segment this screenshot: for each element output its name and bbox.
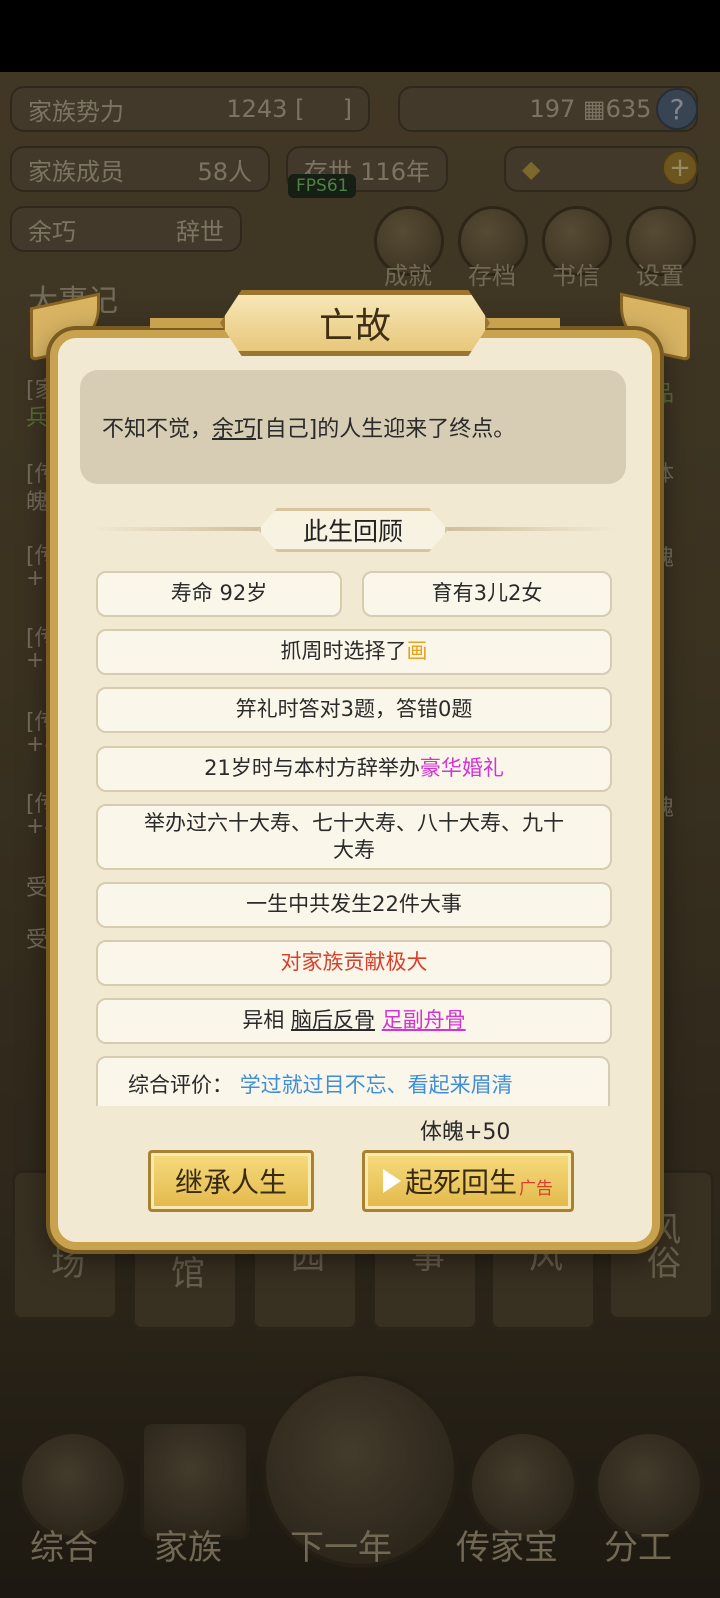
inherit-life-label: 继承人生 [174,1166,287,1199]
play-ad-icon [382,1169,401,1193]
zhuazhou-choice: 画 [406,639,428,664]
ad-tag: 广告 [519,1178,553,1199]
message-suffix: [自己]的人生迎来了终点。 [256,417,516,442]
person-name-link[interactable]: 余巧 [212,411,256,443]
revive-reward: 体魄+50 [420,1120,511,1145]
section-title: 此生回顾 [258,508,448,552]
section-divider-left [92,527,262,531]
evaluation-value: 学过就过目不忘、看起来眉清 [239,1073,513,1098]
yixiang-item: 异相 脑后反骨 足副舟骨 [96,998,612,1044]
death-message: 不知不觉， 余巧 [自己]的人生迎来了终点。 [80,370,626,484]
trait-link-1[interactable]: 脑后反骨 [291,1007,375,1034]
lifespan-item: 寿命 92岁 [96,571,342,617]
wedding-item: 21岁时与本村方辞举办 豪华婚礼 [96,746,612,792]
events-item: 一生中共发生22件大事 [96,882,612,928]
jili-item: 笄礼时答对3题，答错0题 [96,687,612,733]
evaluation-label: 综合评价： [128,1073,233,1098]
yixiang-label: 异相 [242,1008,285,1033]
message-prefix: 不知不觉， [102,417,213,442]
revive-button[interactable]: 起死回生 广告 [362,1150,574,1212]
trait-link-2[interactable]: 足副舟骨 [382,1007,466,1034]
inherit-life-button[interactable]: 继承人生 [148,1150,314,1212]
zhuazhou-prefix: 抓周时选择了 [280,639,407,664]
status-bar [0,0,720,72]
zhuazhou-item: 抓周时选择了画 [96,629,612,675]
contribution-item: 对家族贡献极大 [96,940,612,986]
children-item: 育有3儿2女 [362,571,612,617]
birthday-item: 举办过六十大寿、七十大寿、八十大寿、九十大寿 [96,804,612,870]
section-divider-right [446,527,616,531]
wedding-type: 豪华婚礼 [419,756,504,781]
evaluation-item: 综合评价： 学过就过目不忘、看起来眉清 [96,1056,610,1106]
revive-label: 起死回生 [404,1166,517,1199]
wedding-prefix: 21岁时与本村方辞举办 [204,756,420,781]
review-scroll-area[interactable]: 综合评价： 学过就过目不忘、看起来眉清 [96,1056,612,1106]
dialog-title: 亡故 [220,290,490,356]
